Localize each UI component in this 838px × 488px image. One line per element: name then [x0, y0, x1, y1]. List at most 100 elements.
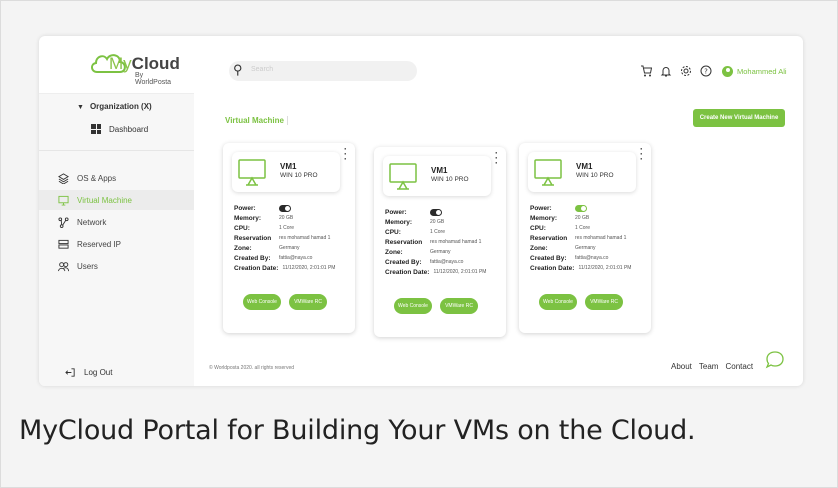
vm-name: VM1: [431, 166, 448, 175]
power-toggle[interactable]: [279, 204, 291, 212]
creation-date-value: 11/12/2020, 2:01:01 PM: [282, 265, 336, 271]
logo-byline: By WorldPosta: [135, 72, 172, 86]
created-by-value: fattia@naya.co: [279, 255, 313, 261]
vmware-rc-button[interactable]: VMWare RC: [440, 298, 478, 314]
network-icon: [58, 216, 69, 228]
web-console-button[interactable]: Web Console: [394, 298, 432, 314]
caption: MyCloud Portal for Building Your VMs on …: [19, 415, 696, 446]
reservation-label: Reservation: [530, 234, 568, 242]
vm-card: · · · VM1 WIN 10 PRO Power: Memory: 20 GB C…: [223, 143, 355, 333]
sidebar-item-network[interactable]: Network: [39, 212, 194, 232]
sidebar-item-reserved-ip[interactable]: Reserved IP: [39, 234, 194, 254]
web-console-button[interactable]: Web Console: [243, 294, 281, 310]
zone-label: Zone:: [385, 248, 403, 256]
sidebar-item-virtual-machine[interactable]: Virtual Machine: [39, 190, 194, 210]
monitor-icon: [389, 163, 417, 190]
sidebar-item-users[interactable]: Users: [39, 256, 194, 276]
creation-date-value: 11/12/2020, 2:01:01 PM: [433, 269, 487, 275]
help-icon[interactable]: ?: [700, 65, 712, 77]
created-by-label: Created By:: [530, 254, 567, 262]
org-selector[interactable]: ▼ Organization (X): [77, 102, 152, 111]
created-by-label: Created By:: [385, 258, 422, 266]
org-label: Organization (X): [89, 102, 152, 111]
memory-value: 20 GB: [575, 215, 590, 221]
memory-label: Memory:: [385, 218, 413, 226]
sidebar: ▼ Organization (X) Dashboard OS & Apps Vi…: [39, 93, 194, 386]
cpu-value: 1 Core: [575, 225, 591, 231]
reservation-label: Reservation: [234, 234, 272, 242]
sidebar-item-dashboard[interactable]: Dashboard: [91, 124, 148, 134]
footer-link-about[interactable]: About: [671, 362, 692, 371]
app-screenshot: MyCloud By WorldPosta ⚲ Search ? Mohamme…: [39, 36, 803, 386]
copyright: © Worldposta 2020. all rights reserved: [209, 365, 295, 371]
vm-name: VM1: [280, 162, 297, 171]
user-menu[interactable]: Mohammed Ali: [722, 65, 787, 77]
bell-icon[interactable]: [660, 65, 672, 77]
creation-date-label: Creation Date:: [234, 264, 279, 272]
gear-icon[interactable]: [680, 65, 692, 77]
reservation-value: res mohamad hamad 1: [575, 235, 627, 241]
web-console-button[interactable]: Web Console: [539, 294, 577, 310]
memory-label: Memory:: [530, 214, 558, 222]
creation-date-value: 11/12/2020, 2:01:01 PM: [578, 265, 632, 271]
cpu-label: CPU:: [234, 224, 250, 232]
monitor-icon: [58, 195, 69, 206]
mycloud-logo[interactable]: MyCloud By WorldPosta: [89, 48, 180, 86]
created-by-label: Created By:: [234, 254, 271, 262]
power-label: Power:: [530, 204, 552, 212]
vm-header: VM1 WIN 10 PRO: [232, 152, 340, 192]
footer-link-team[interactable]: Team: [699, 362, 719, 371]
power-toggle[interactable]: [575, 204, 587, 212]
footer-links: About Team Contact: [671, 362, 753, 371]
power-label: Power:: [234, 204, 256, 212]
vmware-rc-button[interactable]: VMWare RC: [585, 294, 623, 310]
search-icon: ⚲: [233, 62, 243, 77]
dashboard-icon: [91, 124, 101, 134]
user-name: Mohammed Ali: [737, 66, 787, 76]
sidebar-item-label: Reserved IP: [77, 239, 122, 249]
cpu-label: CPU:: [530, 224, 546, 232]
zone-label: Zone:: [234, 244, 252, 252]
logout-icon: [65, 368, 75, 377]
search-input[interactable]: ⚲ Search: [229, 61, 417, 81]
figure-frame: MyCloud By WorldPosta ⚲ Search ? Mohamme…: [0, 0, 838, 488]
memory-value: 20 GB: [279, 215, 294, 221]
logout-button[interactable]: Log Out: [65, 367, 112, 378]
zone-label: Zone:: [530, 244, 548, 252]
layers-icon: [58, 172, 69, 184]
zone-value: Germany: [430, 249, 451, 255]
vm-card: · · · VM1 WIN 10 PRO Power: Memory: 20 GB C…: [374, 147, 506, 337]
search-placeholder: Search: [251, 66, 274, 73]
sidebar-item-label: OS & Apps: [77, 173, 117, 183]
created-by-value: fattia@naya.co: [430, 259, 464, 265]
logo-text: MyCloud: [109, 54, 180, 73]
more-options-icon[interactable]: · · ·: [640, 145, 643, 164]
create-vm-button[interactable]: Create New Virtual Machine: [693, 109, 785, 127]
vm-name: VM1: [576, 162, 593, 171]
sidebar-item-label: Virtual Machine: [77, 195, 132, 205]
svg-text:?: ?: [704, 68, 708, 76]
logout-label: Log Out: [84, 368, 113, 377]
power-toggle[interactable]: [430, 208, 442, 216]
vmware-rc-button[interactable]: VMWare RC: [289, 294, 327, 310]
sidebar-item-os-apps[interactable]: OS & Apps: [39, 168, 194, 188]
avatar: [722, 65, 733, 77]
power-label: Power:: [385, 208, 407, 216]
chat-icon[interactable]: [765, 350, 785, 370]
breadcrumb: Virtual Machine: [225, 116, 288, 125]
top-toolbar: ? Mohammed Ali: [640, 63, 787, 79]
reservation-label: Reservation: [385, 238, 423, 246]
monitor-icon: [534, 159, 562, 186]
cart-icon[interactable]: [640, 65, 652, 77]
memory-value: 20 GB: [430, 219, 445, 225]
footer-link-contact[interactable]: Contact: [725, 362, 753, 371]
creation-date-label: Creation Date:: [530, 264, 575, 272]
sidebar-item-label: Network: [77, 217, 107, 227]
created-by-value: fattia@naya.co: [575, 255, 609, 261]
vm-os: WIN 10 PRO: [431, 176, 469, 183]
more-options-icon[interactable]: · · ·: [495, 149, 498, 168]
sidebar-item-label: Users: [77, 261, 98, 271]
vm-header: VM1 WIN 10 PRO: [528, 152, 636, 192]
more-options-icon[interactable]: · · ·: [344, 145, 347, 164]
memory-label: Memory:: [234, 214, 262, 222]
